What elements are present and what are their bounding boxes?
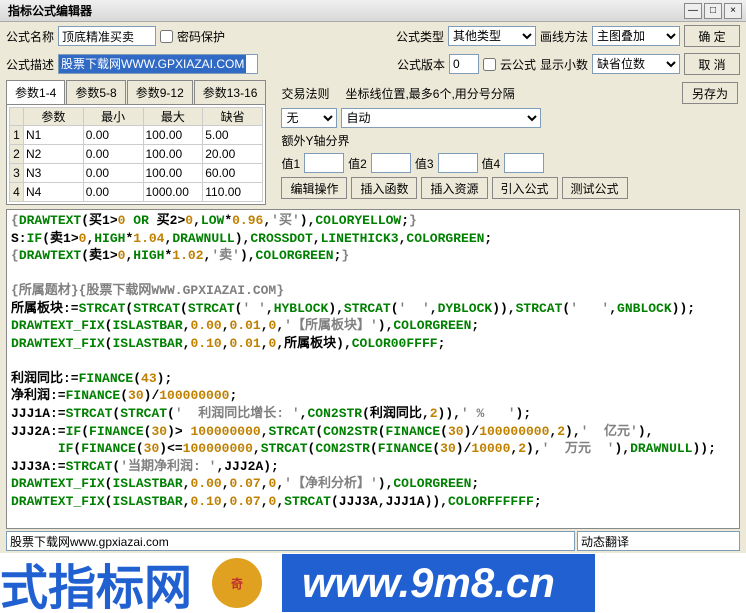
import-formula-button[interactable]: 引入公式 (492, 177, 558, 199)
decimal-label: 显示小数 (540, 56, 588, 73)
val1-label: 值1 (281, 155, 300, 172)
formula-name-label: 公式名称 (6, 28, 54, 45)
test-formula-button[interactable]: 测试公式 (562, 177, 628, 199)
param-name-input[interactable] (24, 183, 83, 201)
watermark: 式指标网 奇 www.9m8.cn (0, 553, 746, 613)
password-protect-checkbox[interactable] (160, 30, 173, 43)
password-protect-label: 密码保护 (177, 28, 225, 45)
ok-button[interactable]: 确 定 (684, 25, 740, 47)
formula-name-input[interactable] (58, 26, 156, 46)
param-max-input[interactable] (144, 164, 203, 182)
param-row: 3 (10, 164, 263, 183)
draw-method-label: 画线方法 (540, 28, 588, 45)
param-min-input[interactable] (84, 183, 143, 201)
tab-params-5-8[interactable]: 参数5-8 (66, 80, 125, 104)
val1-input[interactable] (304, 153, 344, 173)
cloud-formula-label: 云公式 (500, 56, 536, 73)
insert-res-button[interactable]: 插入资源 (421, 177, 487, 199)
minimize-button[interactable]: — (684, 3, 702, 19)
col-max: 最大 (143, 108, 203, 126)
close-button[interactable]: × (724, 3, 742, 19)
param-min-input[interactable] (84, 164, 143, 182)
param-row: 4 (10, 183, 263, 202)
param-max-input[interactable] (144, 183, 203, 201)
coord-hint-label: 坐标线位置,最多6个,用分号分隔 (345, 85, 514, 102)
param-grid: 参数 最小 最大 缺省 1 2 3 4 (6, 104, 266, 205)
save-as-button[interactable]: 另存为 (682, 82, 738, 104)
watermark-text-2: www.9m8.cn (282, 554, 595, 612)
cloud-formula-checkbox[interactable] (483, 58, 496, 71)
extra-y-label: 额外Y轴分界 (281, 132, 349, 149)
formula-version-input[interactable] (449, 54, 479, 74)
formula-desc-label: 公式描述 (6, 56, 54, 73)
param-name-input[interactable] (24, 164, 83, 182)
col-default: 缺省 (203, 108, 263, 126)
watermark-logo-icon: 奇 (212, 558, 262, 608)
cancel-button[interactable]: 取 消 (684, 53, 740, 75)
param-def-input[interactable] (203, 126, 262, 144)
val4-input[interactable] (504, 153, 544, 173)
decimal-select[interactable]: 缺省位数 (592, 54, 680, 74)
param-def-input[interactable] (203, 145, 262, 163)
param-row: 2 (10, 145, 263, 164)
draw-method-select[interactable]: 主图叠加 (592, 26, 680, 46)
tab-params-9-12[interactable]: 参数9-12 (127, 80, 193, 104)
param-min-input[interactable] (84, 126, 143, 144)
trade-rule-label: 交易法则 (281, 85, 329, 102)
tab-params-13-16[interactable]: 参数13-16 (194, 80, 267, 104)
col-min: 最小 (83, 108, 143, 126)
window-title: 指标公式编辑器 (4, 2, 682, 19)
val2-label: 值2 (348, 155, 367, 172)
param-row: 1 (10, 126, 263, 145)
trade-rule-select[interactable]: 无 (281, 108, 337, 128)
maximize-button[interactable]: □ (704, 3, 722, 19)
val3-input[interactable] (438, 153, 478, 173)
status-right-input[interactable] (577, 531, 740, 551)
formula-version-label: 公式版本 (397, 56, 445, 73)
edit-ops-button[interactable]: 编辑操作 (281, 177, 347, 199)
param-min-input[interactable] (84, 145, 143, 163)
val4-label: 值4 (482, 155, 501, 172)
param-def-input[interactable] (203, 183, 262, 201)
formula-type-select[interactable]: 其他类型 (448, 26, 536, 46)
tab-params-1-4[interactable]: 参数1-4 (6, 80, 65, 104)
param-name-input[interactable] (24, 126, 83, 144)
insert-func-button[interactable]: 插入函数 (351, 177, 417, 199)
val3-label: 值3 (415, 155, 434, 172)
param-max-input[interactable] (144, 126, 203, 144)
status-left-input[interactable] (6, 531, 575, 551)
param-def-input[interactable] (203, 164, 262, 182)
formula-desc-selection: 股票下载网WWW.GPXIAZAI.COM (59, 55, 246, 73)
param-max-input[interactable] (144, 145, 203, 163)
param-name-input[interactable] (24, 145, 83, 163)
watermark-text-1: 式指标网 (0, 553, 192, 613)
coord-select[interactable]: 自动 (341, 108, 541, 128)
code-editor[interactable]: {DRAWTEXT(买1>0 OR 买2>0,LOW*0.96,'买'),COL… (6, 209, 740, 529)
val2-input[interactable] (371, 153, 411, 173)
col-param: 参数 (24, 108, 84, 126)
formula-type-label: 公式类型 (396, 28, 444, 45)
